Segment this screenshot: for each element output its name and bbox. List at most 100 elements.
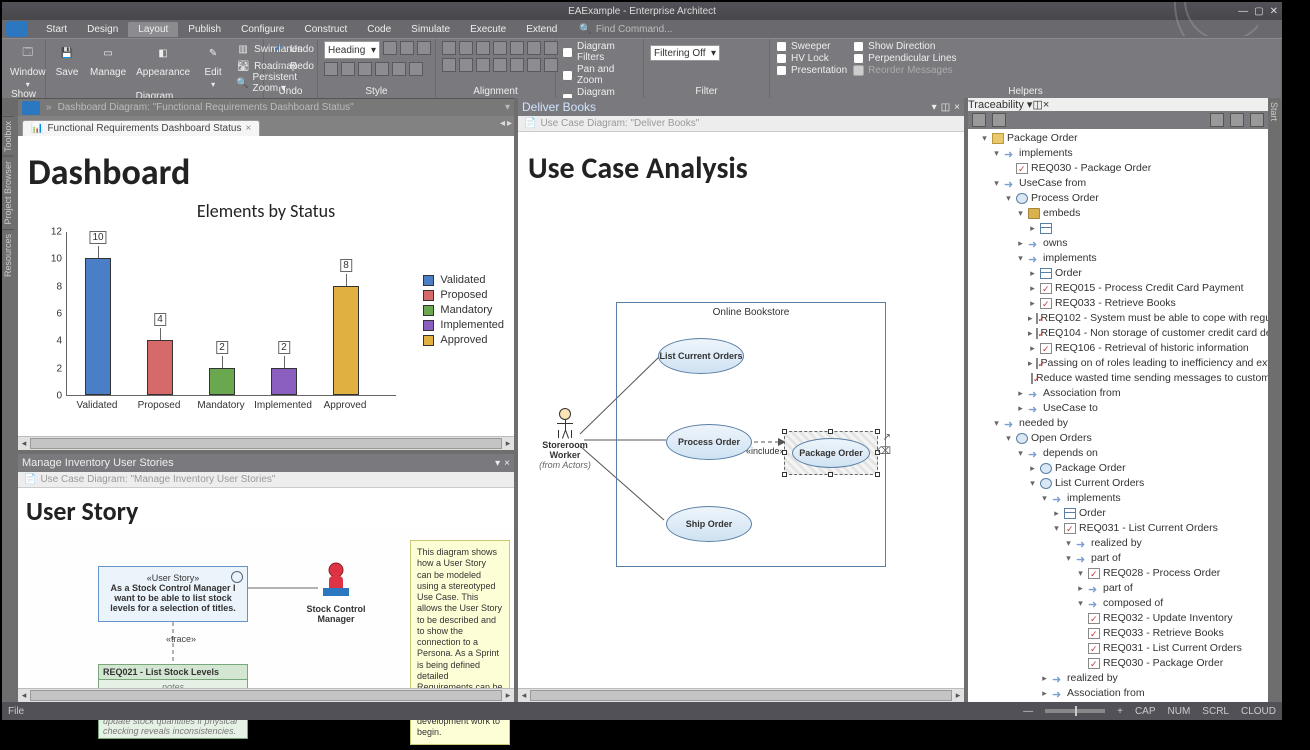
menu-construct[interactable]: Construct bbox=[294, 22, 357, 37]
home-icon[interactable] bbox=[22, 101, 40, 115]
tree-row[interactable]: ▸➜Association from bbox=[970, 686, 1266, 701]
tree-row[interactable]: ▸ bbox=[970, 221, 1266, 236]
pan-zoom[interactable]: Pan and Zoom bbox=[562, 64, 637, 86]
tree-row[interactable]: ▸Order bbox=[970, 506, 1266, 521]
tree-row[interactable]: ▸Order bbox=[970, 266, 1266, 281]
menu-execute[interactable]: Execute bbox=[460, 22, 516, 37]
zoom-in-icon[interactable]: + bbox=[1117, 706, 1123, 717]
undo-button[interactable]: ↶Undo bbox=[270, 41, 316, 57]
bar-validated bbox=[85, 258, 111, 395]
menu-code[interactable]: Code bbox=[357, 22, 401, 37]
tree-row[interactable]: ▾➜depends on bbox=[970, 446, 1266, 461]
delete-icon[interactable]: ⌫ bbox=[877, 446, 891, 457]
menu-configure[interactable]: Configure bbox=[231, 22, 294, 37]
tree-row[interactable]: ▾REQ031 - List Current Orders bbox=[970, 521, 1266, 536]
tree-row[interactable]: REQ031 - List Current Orders bbox=[970, 641, 1266, 656]
find-command[interactable]: 🔍 Find Command... bbox=[579, 24, 672, 35]
bar-chart: 024681012 104228 ValidatedProposedMandat… bbox=[24, 230, 508, 416]
bar-implemented bbox=[271, 368, 297, 395]
filter-combo[interactable]: Filtering Off▾ bbox=[650, 45, 720, 61]
tree-row[interactable]: REQ030 - Package Order bbox=[970, 161, 1266, 176]
tree-row[interactable]: ▾➜implements bbox=[970, 251, 1266, 266]
edit-button[interactable]: ✎Edit▾ bbox=[198, 41, 228, 89]
tree-row[interactable]: REQ030 - Package Order bbox=[970, 656, 1266, 671]
bar-proposed bbox=[147, 340, 173, 395]
titlebar: EAExample - Enterprise Architect — ▢ ✕ bbox=[2, 2, 1282, 20]
redo-button[interactable]: ↷Redo bbox=[270, 58, 316, 74]
deliver-header[interactable]: Deliver Books ▾◫× bbox=[518, 98, 964, 116]
menu-extend[interactable]: Extend bbox=[516, 22, 567, 37]
diagram-filters[interactable]: Diagram Filters bbox=[562, 41, 637, 63]
h-scrollbar[interactable]: ◂▸ bbox=[18, 688, 514, 702]
inventory-header[interactable]: Manage Inventory User Stories ▾× bbox=[18, 454, 514, 472]
tree-row[interactable]: ▸REQ033 - Retrieve Books bbox=[970, 296, 1266, 311]
quicklink-icon[interactable]: ↗ bbox=[883, 432, 891, 443]
tree-row[interactable]: ▸➜UseCase to bbox=[970, 401, 1266, 416]
uc-package-order-selected[interactable]: Package Order ↗ ⌫ bbox=[784, 431, 878, 475]
user-story-canvas[interactable]: «User Story» As a Stock Control Manager … bbox=[18, 530, 514, 688]
uc-list-orders[interactable]: List Current Orders bbox=[658, 338, 744, 374]
menu-layout[interactable]: Layout bbox=[128, 22, 178, 37]
tree-row[interactable]: ▸➜owns bbox=[970, 236, 1266, 251]
uc-ship-order[interactable]: Ship Order bbox=[666, 506, 752, 542]
tree-row[interactable]: REQ033 - Retrieve Books bbox=[970, 626, 1266, 641]
menu-publish[interactable]: Publish bbox=[178, 22, 231, 37]
tree-row[interactable]: ▾➜implements bbox=[970, 491, 1266, 506]
tab-toolbox[interactable]: Toolbox bbox=[2, 116, 14, 156]
page-title: Dashboard bbox=[18, 136, 514, 196]
tree-row[interactable]: ▸➜part of bbox=[970, 581, 1266, 596]
tree-row[interactable]: ▾➜composed of bbox=[970, 596, 1266, 611]
tab-start[interactable]: Start bbox=[1268, 98, 1280, 125]
tree-row[interactable]: ▾embeds bbox=[970, 206, 1266, 221]
appearance-button[interactable]: ◧Appearance bbox=[134, 41, 192, 78]
tree-row[interactable]: ▸➜Association from bbox=[970, 386, 1266, 401]
style-combo[interactable]: Heading▾ bbox=[324, 41, 380, 59]
tree-row[interactable]: ▸Passing on of roles leading to ineffici… bbox=[970, 356, 1266, 371]
menu-start[interactable]: Start bbox=[36, 22, 77, 37]
tree-row[interactable]: ▾Open Orders bbox=[970, 431, 1266, 446]
close-icon[interactable]: ✕ bbox=[1270, 6, 1278, 17]
tree-row[interactable]: ▸➜realized by bbox=[970, 671, 1266, 686]
tree-row[interactable]: REQ032 - Update Inventory bbox=[970, 611, 1266, 626]
tree-row[interactable]: ▸REQ015 - Process Credit Card Payment bbox=[970, 281, 1266, 296]
tree-row[interactable]: ▸Package Order bbox=[970, 461, 1266, 476]
tree-row[interactable]: Reduce wasted time sending messages to c… bbox=[970, 371, 1266, 386]
tree-row[interactable]: ▸REQ104 - Non storage of customer credit… bbox=[970, 326, 1266, 341]
dashboard-canvas[interactable]: Dashboard Elements by Status 024681012 1… bbox=[18, 136, 514, 436]
tree-row[interactable]: ▸REQ102 - System must be able to cope wi… bbox=[970, 311, 1266, 326]
user-story-element[interactable]: «User Story» As a Stock Control Manager … bbox=[98, 566, 248, 622]
actor-storeroom[interactable]: Storeroom Worker (from Actors) bbox=[530, 408, 600, 470]
tab-dashboard[interactable]: 📊 Functional Requirements Dashboard Stat… bbox=[22, 120, 260, 136]
search-icon: 🔍 bbox=[579, 24, 591, 35]
tab-close-icon[interactable]: × bbox=[245, 123, 251, 134]
actor-persona[interactable]: Stock Control Manager bbox=[306, 562, 366, 624]
tab-project-browser[interactable]: Project Browser bbox=[2, 156, 14, 229]
uc-process-order[interactable]: Process Order bbox=[666, 424, 752, 460]
crumb-menu-icon[interactable]: ▾ bbox=[505, 102, 510, 113]
window-button[interactable]: 🗔Window▾ bbox=[8, 41, 48, 89]
menu-design[interactable]: Design bbox=[77, 22, 128, 37]
tree-row[interactable]: ▾Package Order bbox=[970, 131, 1266, 146]
tree-row[interactable]: ▾REQ028 - Process Order bbox=[970, 566, 1266, 581]
manage-button[interactable]: ▭Manage bbox=[88, 41, 128, 78]
tree-row[interactable]: ▾➜needed by bbox=[970, 416, 1266, 431]
tree-row[interactable]: ▾➜implements bbox=[970, 146, 1266, 161]
tree-row[interactable]: ▾List Current Orders bbox=[970, 476, 1266, 491]
tree-row[interactable]: ▸REQ106 - Retrieval of historic informat… bbox=[970, 341, 1266, 356]
tree-row[interactable]: ▾➜UseCase from bbox=[970, 176, 1266, 191]
ea-icon[interactable] bbox=[6, 21, 28, 37]
h-scrollbar[interactable]: ◂▸ bbox=[18, 436, 514, 450]
usecase-canvas[interactable]: Storeroom Worker (from Actors) Online Bo… bbox=[518, 194, 964, 688]
trace-header[interactable]: Traceability ▾◫× bbox=[968, 98, 1268, 111]
zoom-out-icon[interactable]: — bbox=[1023, 706, 1033, 717]
trace-tree[interactable]: ▾Package Order▾➜implementsREQ030 - Packa… bbox=[968, 129, 1268, 702]
menu-simulate[interactable]: Simulate bbox=[401, 22, 460, 37]
tree-row[interactable]: ▾Process Order bbox=[970, 191, 1266, 206]
tree-row[interactable]: ▾➜realized by bbox=[970, 536, 1266, 551]
minimize-icon[interactable]: — bbox=[1238, 6, 1248, 17]
h-scrollbar[interactable]: ◂▸ bbox=[518, 688, 964, 702]
tree-row[interactable]: ▾➜part of bbox=[970, 551, 1266, 566]
maximize-icon[interactable]: ▢ bbox=[1254, 6, 1263, 17]
save-button[interactable]: 💾Save bbox=[52, 41, 82, 78]
tab-resources[interactable]: Resources bbox=[2, 229, 14, 281]
